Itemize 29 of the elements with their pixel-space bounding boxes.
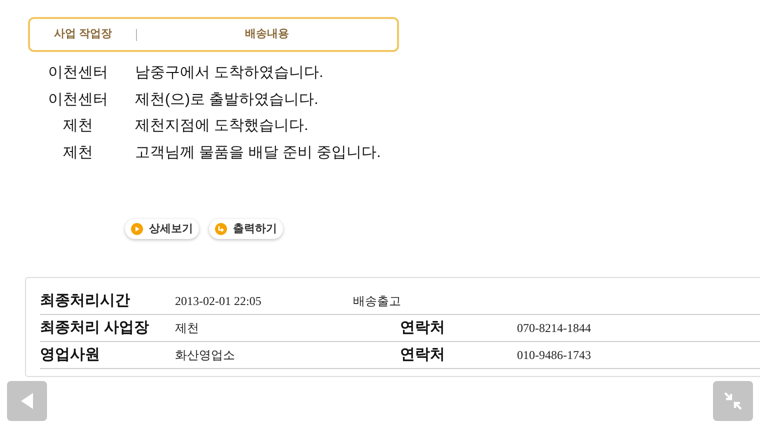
- table-cell-text: 제천(으)로 출발하였습니다.: [135, 90, 318, 110]
- back-arrow-icon: [19, 392, 35, 410]
- detail-value: 배송출고: [353, 293, 401, 310]
- table-cell-text: 제천: [62, 116, 94, 136]
- detail-label: 영업사원: [40, 344, 101, 365]
- table-cell-text: 고객님께 물품을 배달 준비 중입니다.: [135, 142, 381, 162]
- column-header: 사업 작업장: [52, 27, 114, 42]
- table-cell-text: 남중구에서 도착하였습니다.: [135, 63, 324, 83]
- detail-value: 010-9486-1743: [517, 347, 591, 364]
- column-header: 배송내용: [244, 27, 290, 42]
- detail-value: 화산영업소: [175, 347, 236, 364]
- action-button[interactable]: 출력하기: [209, 219, 283, 239]
- collapse-icon: [723, 391, 743, 411]
- table-cell-text: 이천센터: [47, 90, 109, 110]
- detail-value: 070-8214-1844: [517, 320, 591, 337]
- detail-value: 2013-02-01 22:05: [175, 293, 262, 310]
- collapse-button[interactable]: [713, 381, 753, 421]
- detail-label: 최종처리시간: [40, 290, 131, 311]
- table-cell-text: 제천지점에 도착했습니다.: [135, 116, 308, 136]
- table-cell-text: 이천센터: [47, 63, 109, 83]
- detail-label: 연락처: [400, 344, 446, 365]
- detail-label: 최종처리 사업장: [40, 318, 150, 338]
- action-button[interactable]: 상세보기: [125, 219, 199, 239]
- detail-value: 제천: [175, 320, 200, 337]
- detail-label: 연락처: [400, 318, 446, 338]
- play-icon: [131, 223, 143, 235]
- back-button[interactable]: [7, 381, 47, 421]
- return-arrow-icon: [215, 223, 227, 235]
- table-cell-text: 제천: [62, 142, 94, 162]
